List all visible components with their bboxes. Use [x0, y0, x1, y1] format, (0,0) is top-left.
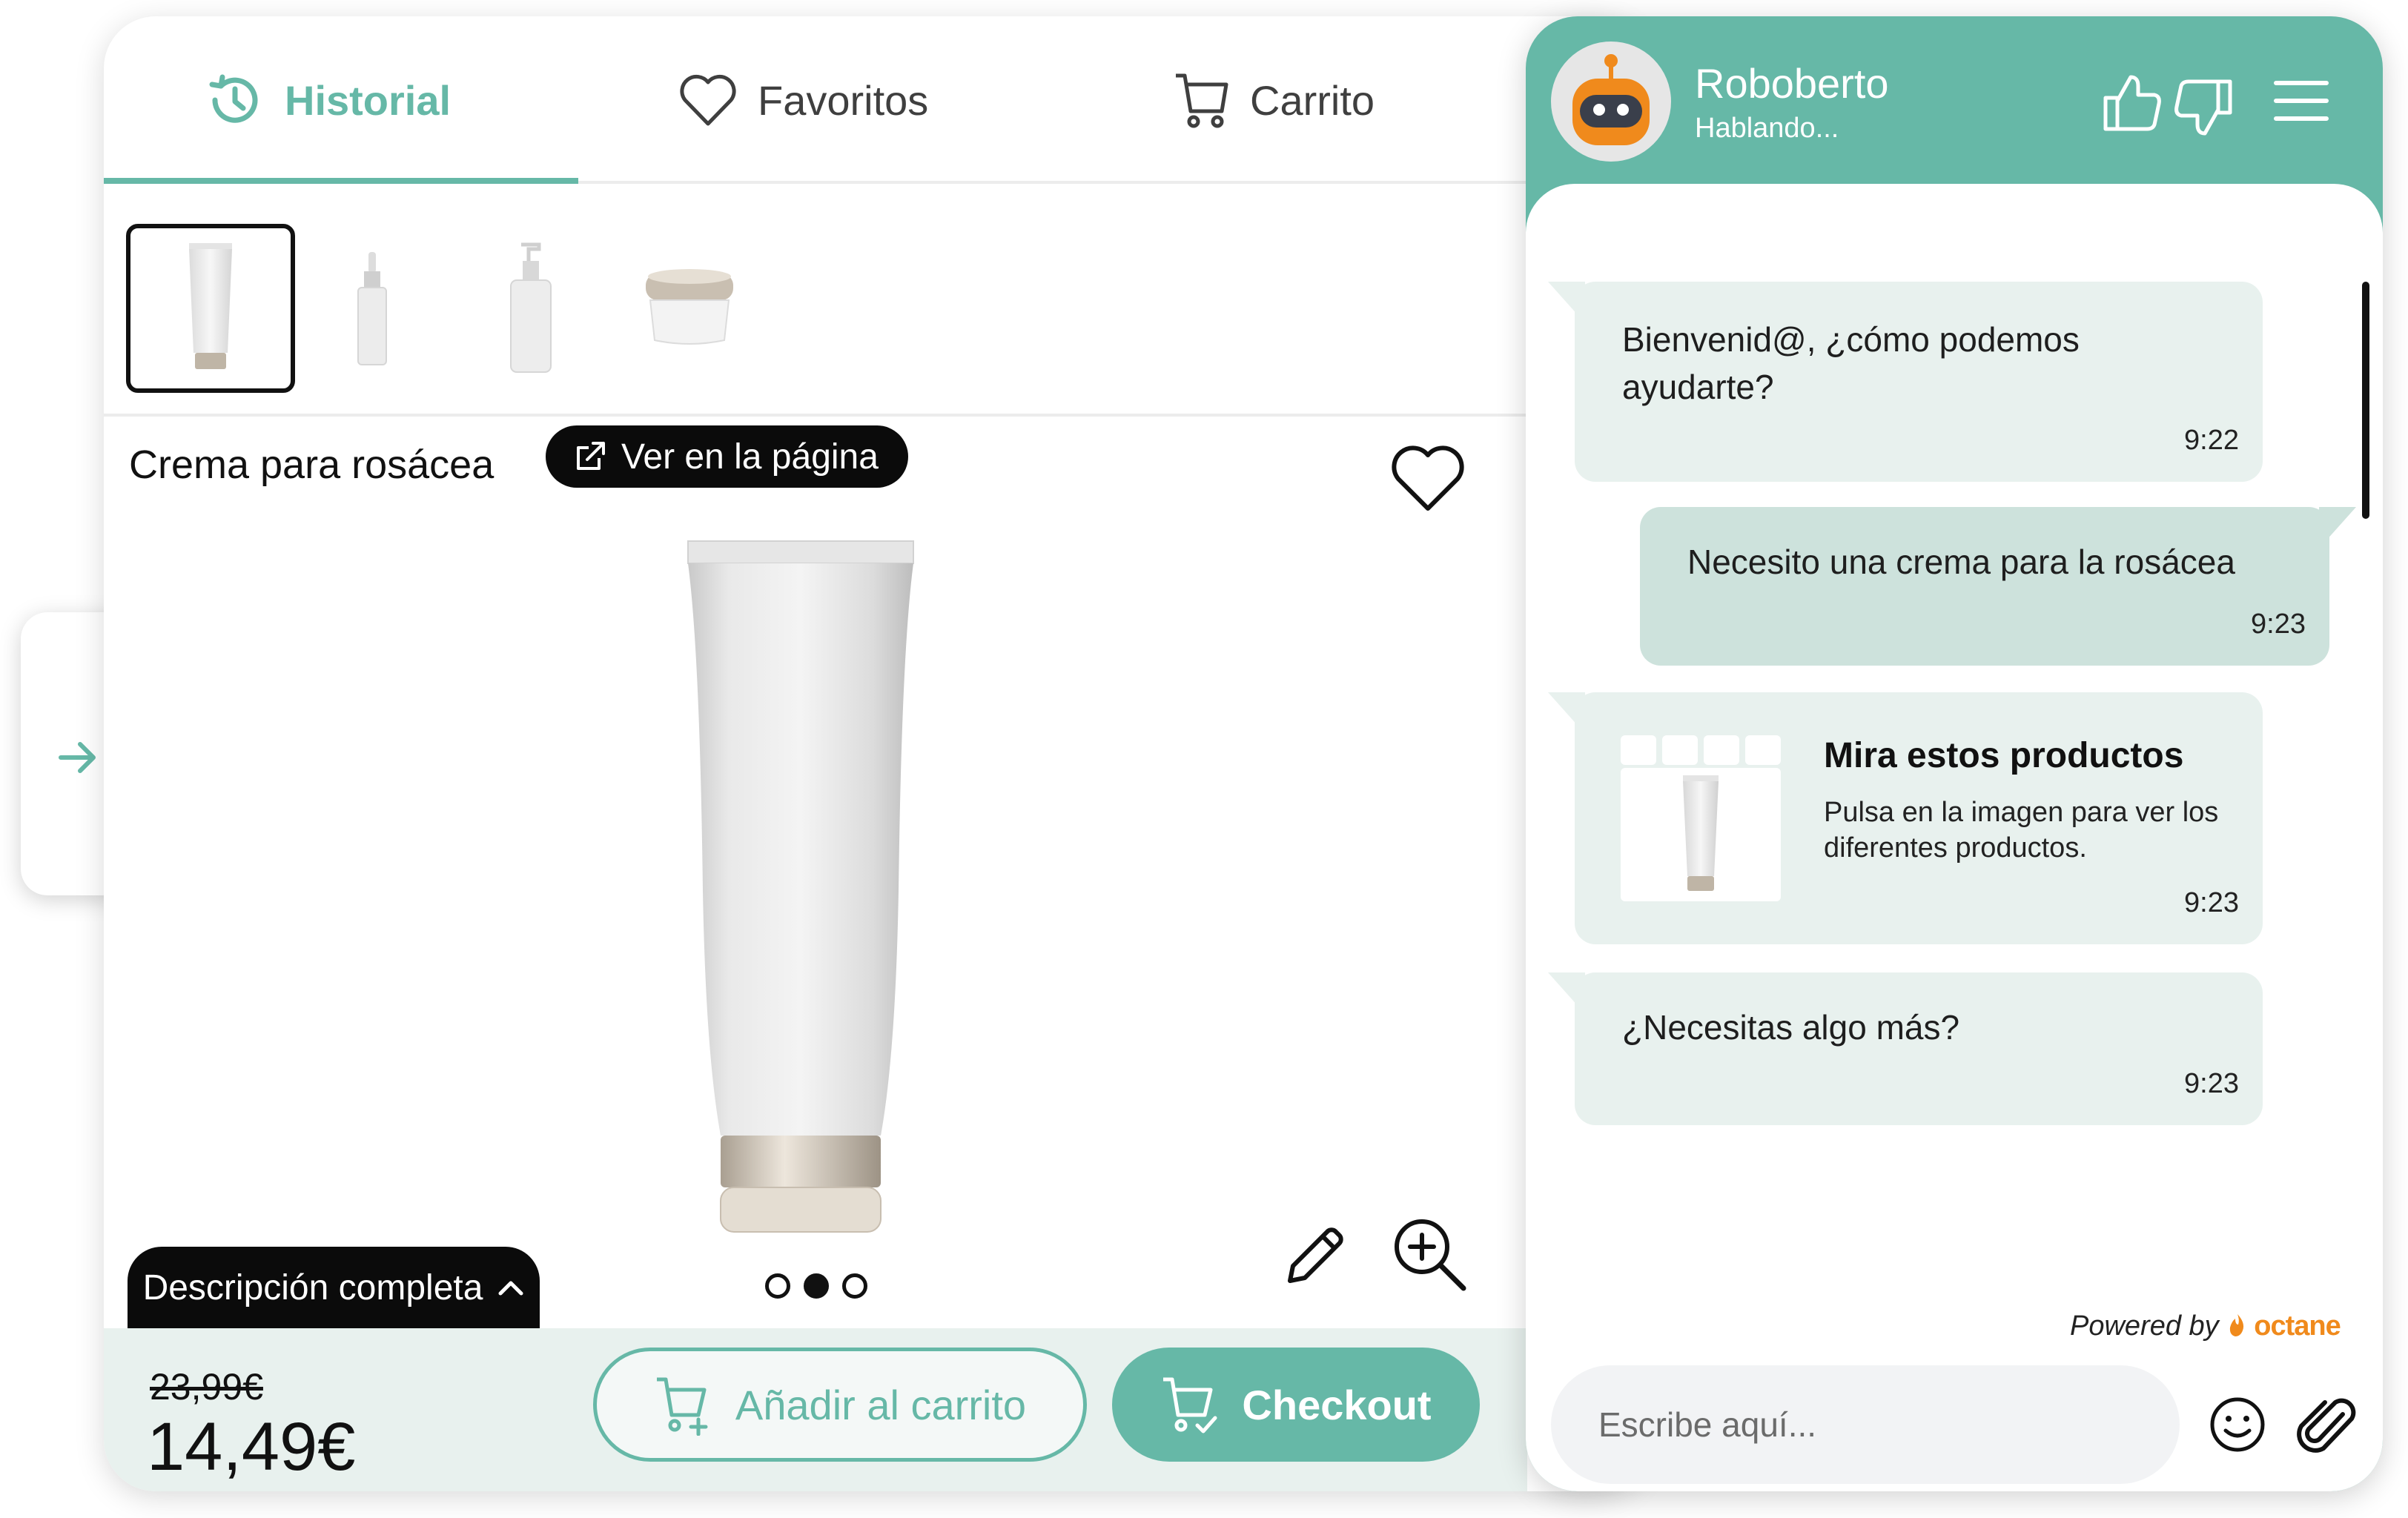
paperclip-icon [2297, 1398, 2356, 1453]
mini-product-preview [1621, 768, 1781, 901]
cart-check-icon [1163, 1377, 1217, 1434]
tab-carrito[interactable]: Carrito [1173, 16, 1375, 184]
product-card-image[interactable] [1621, 735, 1781, 901]
bot-message: ¿Necesitas algo más? 9:23 [1548, 972, 2263, 1125]
bot-name: Roboberto [1695, 60, 1889, 107]
view-on-page-button[interactable]: Ver en la página [546, 425, 908, 488]
mini-thumb-tab [1745, 735, 1781, 765]
chat-messages: Bienvenid@, ¿cómo podemos ayudarte? 9:22… [1526, 184, 2383, 1491]
flame-icon [2229, 1314, 2243, 1336]
message-time: 9:23 [2251, 609, 2306, 640]
pagination-dot[interactable] [842, 1273, 867, 1299]
product-card-subtitle: Pulsa en la imagen para ver los diferent… [1824, 797, 2219, 864]
chat-panel: Roboberto Hablando... Bienvenid@, ¿cómo … [1526, 16, 2383, 1491]
original-price: 23,99€ [150, 1366, 263, 1408]
thumbnail-cream-jar[interactable] [605, 224, 774, 393]
tab-favoritos[interactable]: Favoritos [678, 16, 928, 184]
pagination-dot[interactable] [765, 1273, 790, 1299]
smiley-icon [2210, 1397, 2265, 1452]
thumbs-up-button[interactable] [2101, 71, 2163, 137]
bot-avatar [1551, 42, 1671, 162]
full-description-label: Descripción completa [142, 1267, 483, 1307]
attach-button[interactable] [2297, 1392, 2359, 1461]
heart-icon [1392, 445, 1464, 511]
thumbs-up-icon [2103, 75, 2161, 131]
thumbnail-dropper-bottle[interactable] [288, 224, 457, 393]
emoji-button[interactable] [2208, 1395, 2267, 1458]
add-to-cart-button[interactable]: Añadir al carrito [593, 1348, 1087, 1462]
thumbnail-strip [104, 187, 1527, 417]
pagination-dot-active[interactable] [804, 1273, 829, 1299]
powered-by-label: Powered by [2070, 1310, 2219, 1342]
cart-add-icon [656, 1377, 708, 1436]
checkout-button[interactable]: Checkout [1112, 1348, 1480, 1462]
bot-status: Hablando... [1695, 113, 1839, 144]
arrow-right-icon [59, 742, 96, 773]
chat-message-input[interactable] [1551, 1365, 2180, 1484]
chat-scrollbar[interactable] [2362, 282, 2369, 519]
robot-icon [1572, 54, 1650, 145]
add-favorite-button[interactable] [1389, 443, 1466, 517]
heart-icon [680, 74, 736, 126]
message-time: 9:22 [2184, 425, 2239, 456]
tab-label: Carrito [1250, 76, 1375, 124]
product-title: Crema para rosácea [129, 443, 494, 487]
message-text: Bienvenid@, ¿cómo podemos ayudarte? [1622, 320, 2080, 406]
chevron-up-icon [498, 1281, 523, 1296]
menu-button[interactable] [2273, 80, 2329, 125]
cart-icon [1176, 73, 1228, 128]
message-time: 9:23 [2184, 1068, 2239, 1099]
bot-message: Bienvenid@, ¿cómo podemos ayudarte? 9:22 [1548, 282, 2263, 482]
tube-thumbnail [189, 243, 232, 369]
mini-thumb-tab [1621, 735, 1656, 765]
thumbnail-pump-bottle[interactable] [446, 224, 615, 393]
zoom-button[interactable] [1389, 1214, 1469, 1298]
pump-bottle-thumbnail [510, 242, 552, 373]
tab-bar: Historial Favoritos Carrito [104, 16, 1527, 184]
product-card-title: Mira estos productos [1824, 736, 2184, 775]
image-pagination [765, 1273, 867, 1299]
cream-jar-thumbnail [646, 269, 733, 345]
pencil-icon [1288, 1227, 1343, 1283]
checkout-label: Checkout [1242, 1381, 1432, 1428]
active-tab-indicator [104, 178, 578, 184]
mini-thumb-tab [1662, 735, 1698, 765]
dropper-bottle-thumbnail [357, 252, 387, 365]
octane-logo[interactable]: octane [2228, 1310, 2341, 1342]
view-on-page-label: Ver en la página [621, 437, 879, 477]
thumbnail-tube[interactable] [126, 224, 295, 393]
cream-tube-image [687, 540, 914, 1233]
zoom-in-icon [1395, 1219, 1466, 1291]
tab-label: Historial [285, 76, 452, 124]
tab-historial[interactable]: Historial [205, 16, 451, 184]
add-to-cart-label: Añadir al carrito [735, 1381, 1027, 1428]
user-message: Necesito una crema para la rosácea 9:23 [1640, 507, 2356, 666]
external-link-icon [577, 442, 605, 470]
full-description-toggle[interactable]: Descripción completa [128, 1247, 540, 1328]
thumbs-down-button[interactable] [2172, 77, 2235, 143]
brand-name: octane [2254, 1310, 2341, 1342]
product-panel: Historial Favoritos Carrito Crema para r… [104, 16, 1646, 1491]
thumbs-down-icon [2174, 79, 2232, 136]
product-main-image[interactable] [682, 535, 919, 1250]
message-text: Necesito una crema para la rosácea [1687, 543, 2235, 581]
powered-by: Powered by octane [2070, 1310, 2341, 1342]
edit-button[interactable] [1280, 1220, 1351, 1295]
history-icon [209, 74, 258, 123]
product-suggestion-card[interactable]: Mira estos productos Pulsa en la imagen … [1548, 692, 2263, 944]
tube-thumbnail [1683, 775, 1719, 891]
hamburger-menu-icon [2274, 81, 2329, 121]
chat-header: Roboberto Hablando... [1526, 16, 2383, 187]
message-time: 9:23 [2184, 887, 2239, 918]
current-price: 14,49€ [147, 1409, 356, 1485]
message-text: ¿Necesitas algo más? [1622, 1008, 1960, 1047]
mini-thumb-tab [1704, 735, 1739, 765]
tab-label: Favoritos [758, 76, 929, 124]
